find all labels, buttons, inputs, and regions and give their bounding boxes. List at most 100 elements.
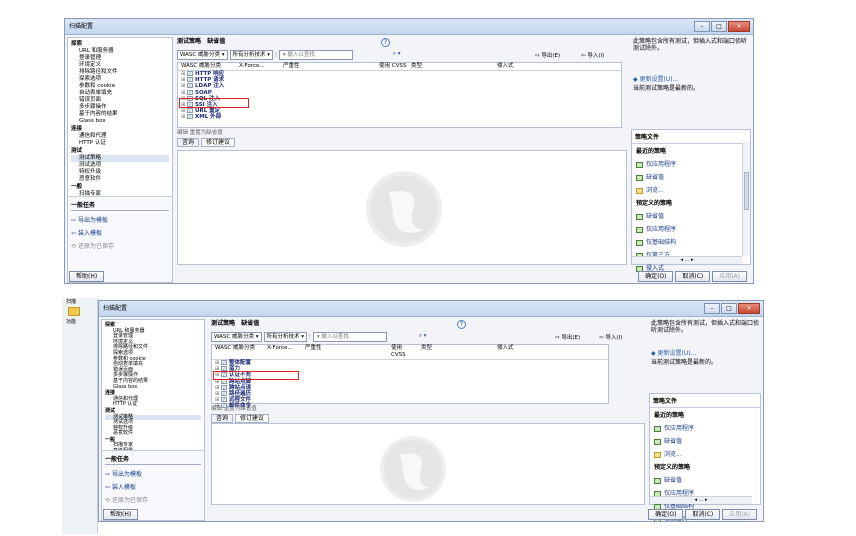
row-checkbox[interactable]: ✓ [221,397,227,403]
grid-column-header-2[interactable]: WASC 威胁分类 [212,345,264,359]
import-button-2[interactable]: ⇦ 导入(I) [599,333,622,341]
export-button[interactable]: ⇨ 导出(E) [535,51,560,59]
tab-advisory[interactable]: 咨询 [177,138,200,147]
task-item[interactable]: ⇦ 装入模板 [71,228,169,237]
search-icon-2[interactable]: ⌕ ▾ [419,333,427,340]
grid-column-header-2[interactable]: X-Force... [264,345,302,359]
export-button-2[interactable]: ⇨ 导出(E) [555,333,580,341]
scope-dropdown[interactable]: 所有分析技术 ▾ [229,49,274,60]
cancel-button-2[interactable]: 取消(C) [685,509,721,520]
grid-column-header[interactable]: WASC 威胁分类 [178,63,236,70]
nav-item[interactable]: 排除路径和文件 [71,69,169,76]
nav-item[interactable]: 测试策略 [71,155,169,162]
nav-item[interactable]: Glass box [71,118,169,125]
nav-item[interactable]: 基于内容的结果 [71,111,169,118]
row-checkbox[interactable]: ✓ [187,83,193,89]
policy-file-item-2[interactable]: 仅应用程序 [650,421,760,434]
nav-item[interactable]: URL 和服务器 [71,48,169,55]
search-icon[interactable]: ⌕ ▾ [393,51,401,58]
help-button-2[interactable]: 帮助(H) [103,509,139,520]
row-checkbox[interactable]: ✓ [187,89,193,95]
nav-item[interactable]: HTTP 认证 [71,140,169,147]
task-item[interactable]: ⇨ 导出为模板 [71,215,169,224]
cancel-button[interactable]: 取消(C) [675,271,711,282]
minimize-button[interactable]: – [694,21,710,32]
tab-advisory-2[interactable]: 咨询 [211,414,234,423]
row-checkbox[interactable]: ✓ [187,114,193,120]
policy-file-item[interactable]: 缺省值 [632,209,750,222]
grid-column-header[interactable]: 使用 CVSS [376,63,408,70]
close-button-2[interactable]: ✕ [738,303,760,314]
nav-item[interactable]: 多步骤操作 [71,104,169,111]
update-settings-link-2[interactable]: ◆ 更新设置(U)... [649,349,761,358]
import-button[interactable]: ⇦ 导入(I) [581,51,604,59]
nav-item[interactable]: 参数和 cookie [71,83,169,90]
grid-column-header-2[interactable] [442,345,494,359]
nav-item[interactable]: 恶意软件 [71,176,169,183]
ok-button[interactable]: 确定(O) [638,271,674,282]
grid-column-header[interactable] [340,63,376,70]
task-item-2[interactable]: ⇦ 装入模板 [105,482,201,491]
task-item-2[interactable]: ⟲ 还原为已保存 [105,495,201,504]
task-item-2[interactable]: ⇨ 导出为模板 [105,469,201,478]
row-checkbox[interactable]: ✓ [221,403,227,409]
category-dropdown[interactable]: WASC 威胁分类 ▾ [177,49,228,60]
policy-file-item[interactable]: 缺省值 [632,170,750,183]
scope-dropdown-2[interactable]: 所有分析技术 ▾ [263,331,308,342]
help-question-icon-2[interactable]: ? [457,320,466,329]
policy-file-item-2[interactable]: 缺省值 [650,473,760,486]
nav-item[interactable]: 登录管理 [71,55,169,62]
grid-column-header-2[interactable]: 严重性 [302,345,356,359]
nav-item-2[interactable]: Glass box [105,384,201,391]
ok-button-2[interactable]: 确定(O) [648,509,684,520]
tab-fix-recommendation[interactable]: 修订建议 [201,138,236,147]
policy-file-item[interactable]: 仅应用程序 [632,222,750,235]
nav-item[interactable]: 探索选项 [71,76,169,83]
policy-file-item[interactable]: 仅基础结构 [632,235,750,248]
policy-file-item[interactable]: 浏览... [632,183,750,196]
horizontal-scrollbar[interactable]: ◂ ... ▸ [632,256,742,264]
row-checkbox[interactable]: ✓ [187,77,193,83]
nav-item-2[interactable]: HTTP 认证 [105,402,201,408]
horizontal-scrollbar-2[interactable]: ◂ ... ▸ [650,496,752,504]
grid-column-header[interactable]: 严重性 [280,63,340,70]
nav-item-2[interactable]: 恶意软件 [105,431,201,437]
grid-column-header-2[interactable]: 类型 [418,345,442,359]
policy-file-item-2[interactable]: 浏览... [650,447,760,460]
maximize-button-2[interactable]: □ [721,303,737,314]
grid-column-header-2[interactable]: 侵入式 [494,345,522,359]
grid-column-header-2[interactable] [356,345,388,359]
category-dropdown-2[interactable]: WASC 威胁分类 ▾ [211,331,262,342]
grid-column-header-2[interactable]: 使用 CVSS [388,345,418,359]
row-checkbox[interactable]: ✓ [221,360,227,365]
grid-column-header[interactable]: 侵入式 [494,63,524,70]
minimize-button-2[interactable]: – [704,303,720,314]
apply-button[interactable]: 应用(A) [712,271,747,282]
nav-item[interactable]: 特权升级 [71,169,169,176]
row-checkbox[interactable]: ✓ [221,384,227,390]
row-checkbox[interactable]: ✓ [221,390,227,396]
policy-file-item-2[interactable]: 缺省值 [650,434,760,447]
update-settings-link[interactable]: ◆ 更新设置(U)... [631,75,751,84]
close-button[interactable]: ✕ [728,21,750,32]
test-row[interactable]: ⊞ ✓ XML 外部 [178,114,621,120]
test-row-2[interactable]: ⊞ ✓ 邮件命令 [212,403,608,409]
nav-item[interactable]: 测试选项 [71,162,169,169]
grid-column-header[interactable] [434,63,494,70]
apply-button-2[interactable]: 应用(A) [722,509,757,520]
task-item[interactable]: ⟲ 还原为已保存 [71,241,169,250]
grid-column-header[interactable]: 类型 [408,63,434,70]
search-input[interactable]: ▾ 输入以查找 [278,49,353,60]
nav-item[interactable]: 错误页面 [71,97,169,104]
vertical-scrollbar[interactable] [742,142,750,256]
row-checkbox[interactable]: ✓ [187,71,193,76]
search-input-2[interactable]: ▾ 输入以查找 [312,331,387,342]
maximize-button[interactable]: □ [711,21,727,32]
nav-item[interactable]: 通信和代理 [71,133,169,140]
help-button[interactable]: 帮助(H) [69,271,105,282]
nav-item[interactable]: 环境定义 [71,62,169,69]
help-question-icon[interactable]: ? [381,38,390,47]
nav-item[interactable]: 自动表单填充 [71,90,169,97]
tab-fix-recommendation-2[interactable]: 修订建议 [235,414,270,423]
grid-column-header[interactable]: X-Force... [236,63,280,70]
